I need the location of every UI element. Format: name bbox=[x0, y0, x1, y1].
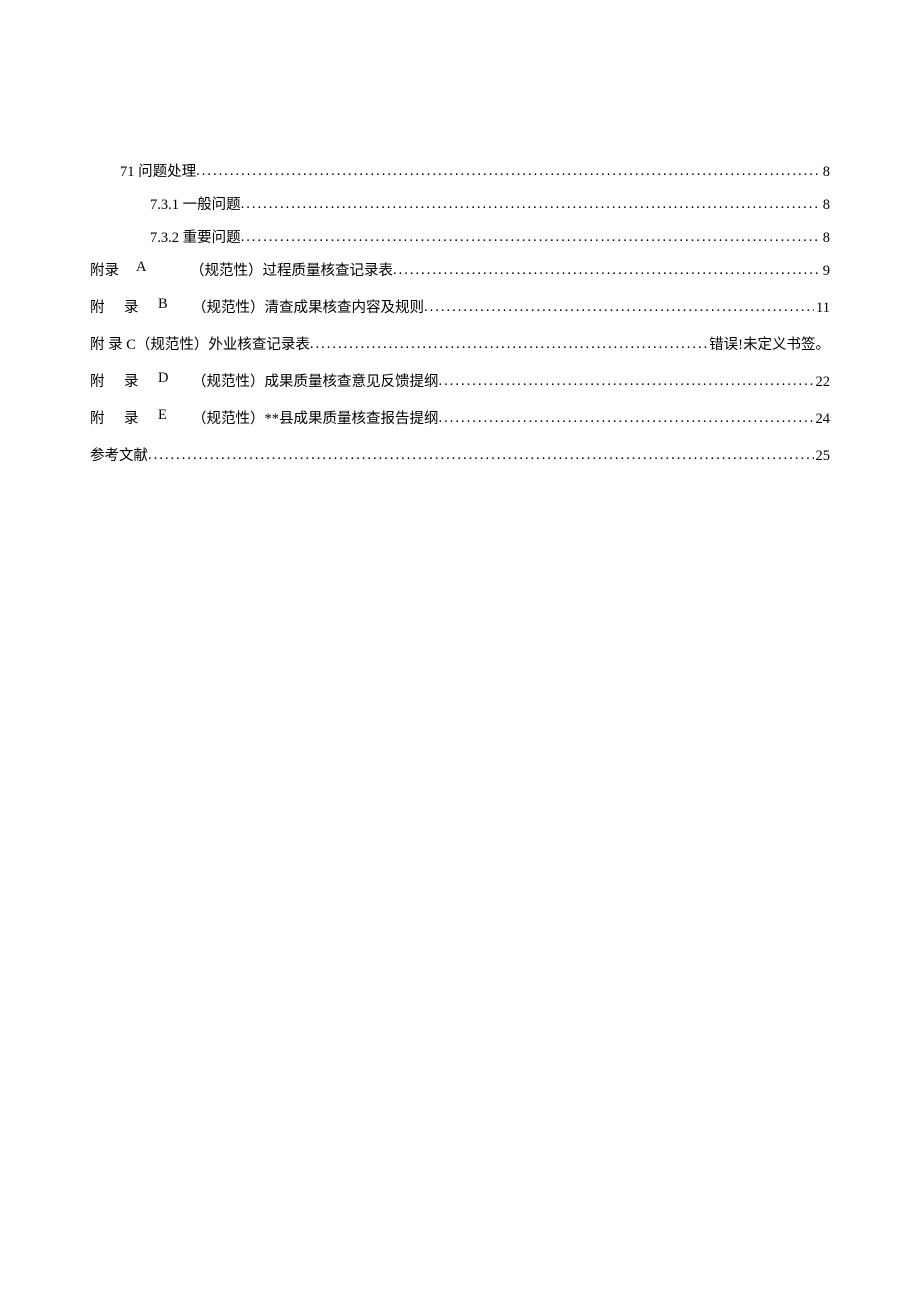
toc-title: 附 录 C（规范性）外业核查记录表 bbox=[90, 333, 310, 354]
toc-appendix-tag: 附录 A bbox=[90, 259, 190, 280]
toc-item-appendix-a: 附录 A （规范性）过程质量核查记录表 9 bbox=[90, 259, 830, 280]
toc-title: （规范性）清查成果核查内容及规则 bbox=[192, 296, 424, 317]
toc-page: 22 bbox=[814, 374, 831, 391]
toc-leaders bbox=[148, 447, 814, 464]
toc-appendix-tag: 附 录 B bbox=[90, 296, 192, 317]
toc-page: 8 bbox=[821, 230, 830, 247]
toc-title: 7.3.1 一般问题 bbox=[150, 193, 241, 214]
toc-error-text: 错误!未定义书签。 bbox=[709, 333, 830, 354]
toc-item-important-problems: 7.3.2 重要问题 8 bbox=[90, 226, 830, 247]
toc-container: 71 问题处理 8 7.3.1 一般问题 8 7.3.2 重要问题 8 附录 A… bbox=[90, 160, 830, 465]
toc-appendix-tag: 附 录 E bbox=[90, 407, 192, 428]
toc-item-appendix-c: 附 录 C（规范性）外业核查记录表 错误!未定义书签。 bbox=[90, 333, 830, 354]
toc-leaders bbox=[424, 299, 814, 316]
toc-leaders bbox=[196, 163, 821, 180]
toc-item-general-problems: 7.3.1 一般问题 8 bbox=[90, 193, 830, 214]
toc-item-appendix-b: 附 录 B （规范性）清查成果核查内容及规则 11 bbox=[90, 296, 830, 317]
toc-item-references: 参考文献 25 bbox=[90, 444, 830, 465]
toc-leaders bbox=[241, 196, 821, 213]
toc-leaders bbox=[439, 373, 814, 390]
toc-title: （规范性）**县成果质量核查报告提纲 bbox=[192, 407, 439, 428]
toc-item-problem-handling: 71 问题处理 8 bbox=[90, 160, 830, 181]
toc-leaders bbox=[310, 336, 709, 353]
toc-appendix-tag: 附 录 D bbox=[90, 370, 192, 391]
toc-title: 71 问题处理 bbox=[120, 160, 196, 181]
toc-page: 8 bbox=[821, 164, 830, 181]
toc-leaders bbox=[439, 410, 814, 427]
toc-title: （规范性）过程质量核查记录表 bbox=[190, 259, 393, 280]
toc-page: 9 bbox=[821, 263, 830, 280]
toc-page: 24 bbox=[814, 411, 831, 428]
toc-item-appendix-d: 附 录 D （规范性）成果质量核查意见反馈提纲 22 bbox=[90, 370, 830, 391]
toc-leaders bbox=[393, 262, 821, 279]
toc-page: 8 bbox=[821, 197, 830, 214]
toc-title: 参考文献 bbox=[90, 444, 148, 465]
toc-leaders bbox=[241, 229, 821, 246]
toc-page: 25 bbox=[814, 448, 831, 465]
toc-title: 7.3.2 重要问题 bbox=[150, 226, 241, 247]
toc-item-appendix-e: 附 录 E （规范性）**县成果质量核查报告提纲 24 bbox=[90, 407, 830, 428]
toc-title: （规范性）成果质量核查意见反馈提纲 bbox=[192, 370, 439, 391]
toc-page: 11 bbox=[814, 300, 830, 317]
